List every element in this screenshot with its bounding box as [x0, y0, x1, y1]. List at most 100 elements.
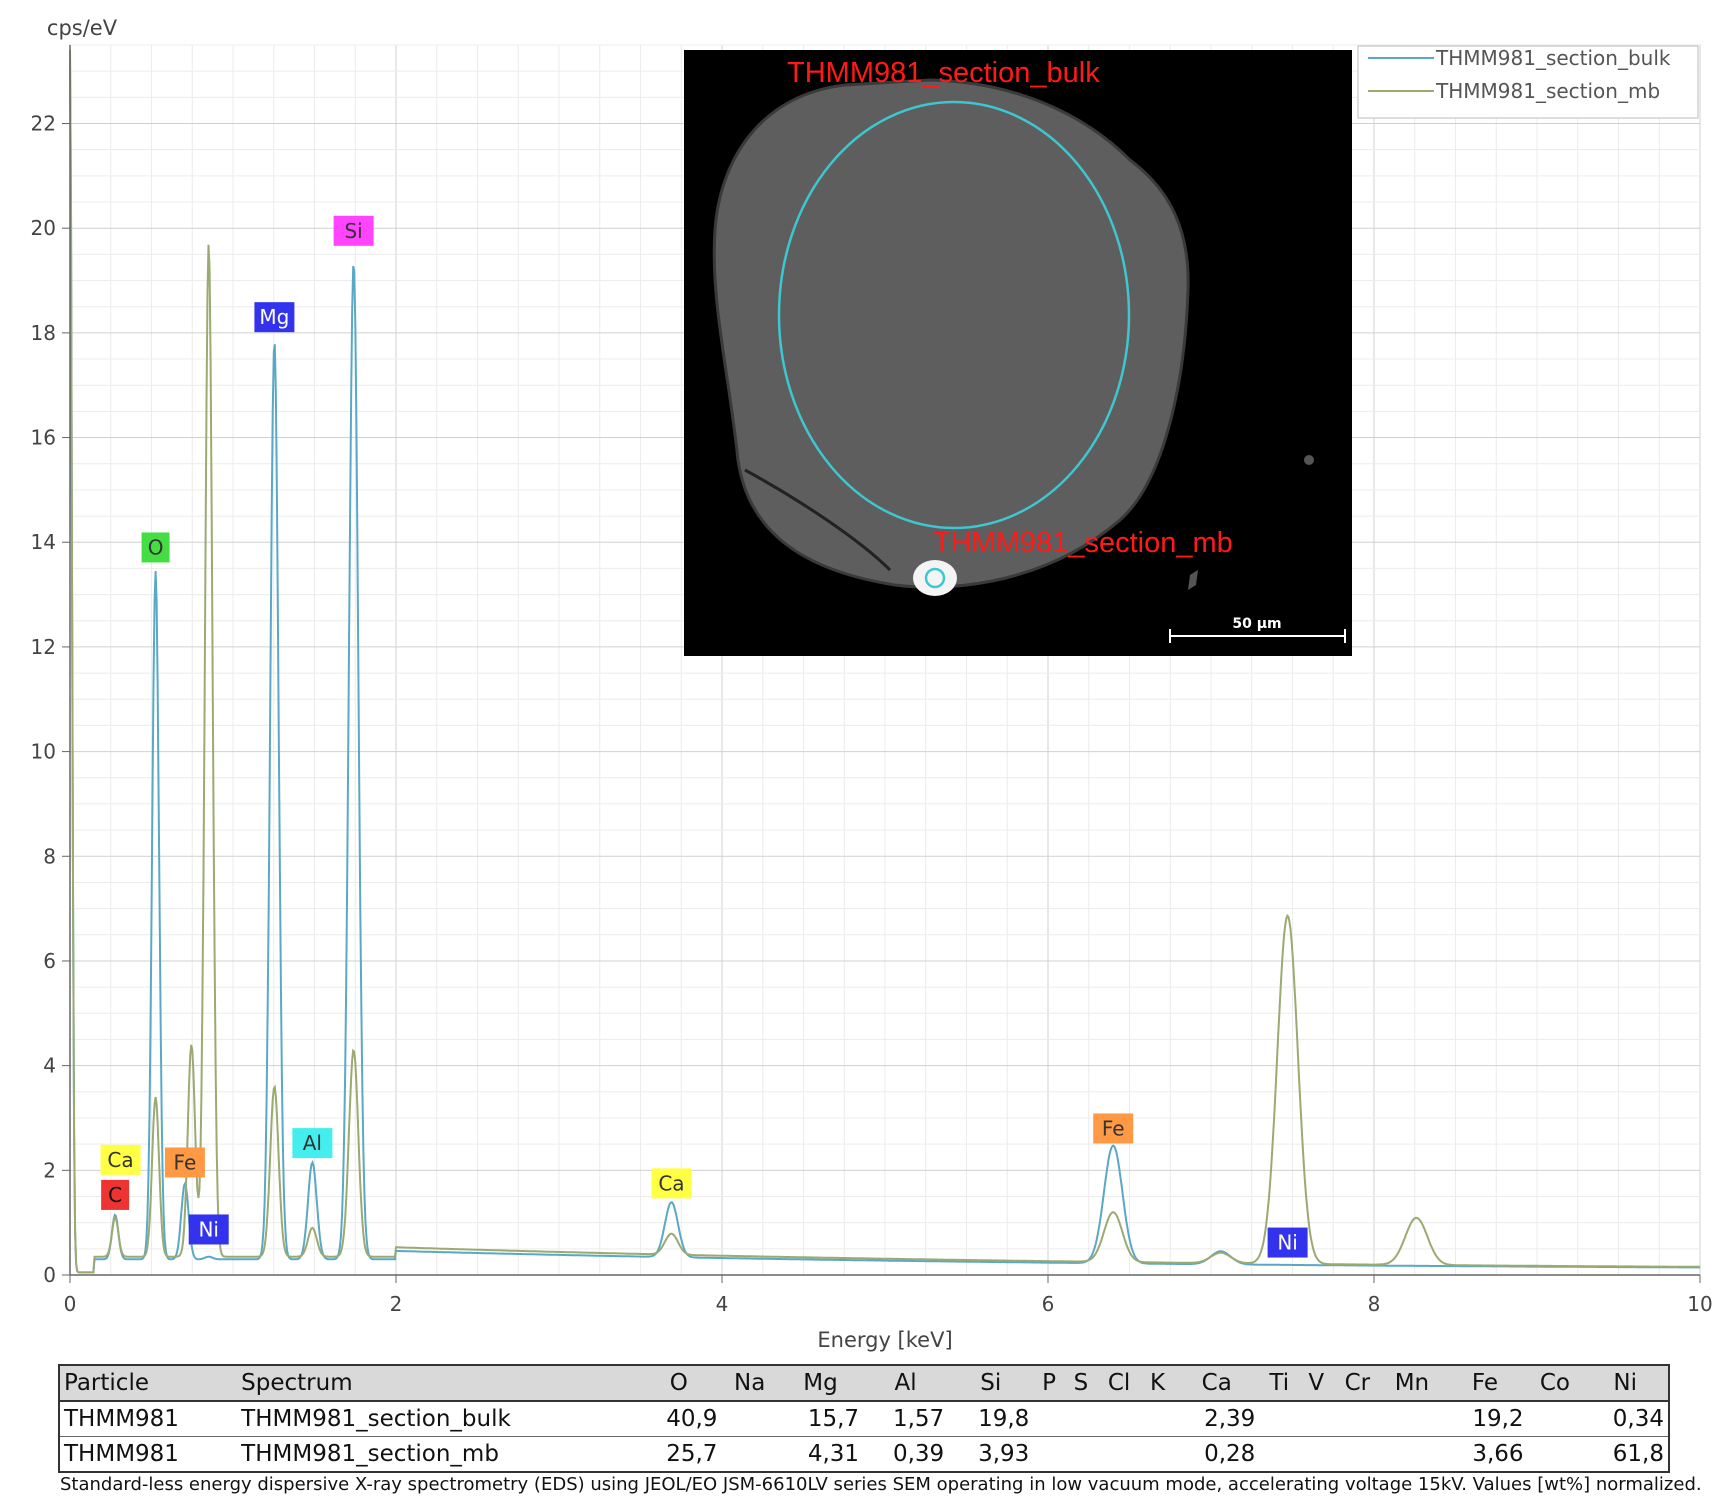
element-label: Fe — [174, 1150, 197, 1174]
table-row: THMM981 THMM981_section_bulk 40,9 15,7 1,57 1… — [59, 1401, 1669, 1437]
table-cell — [1064, 1401, 1098, 1437]
x-axis-title: Energy [keV] — [817, 1328, 952, 1352]
element-label: Ca — [107, 1148, 133, 1172]
table-cell: THMM981_section_mb — [241, 1441, 499, 1467]
y-tick-label: 8 — [43, 844, 56, 868]
table-cell — [1381, 1401, 1443, 1437]
spectrum-plot: THMM981_section_bulk THMM981_section_mb 50… — [31, 16, 1713, 1352]
table-header-cell: Mg — [777, 1365, 864, 1402]
particle-shape — [712, 78, 1190, 589]
table-cell: THMM981 — [64, 1441, 179, 1467]
legend-label: THMM981_section_bulk — [1435, 46, 1671, 70]
table-cell — [1140, 1401, 1175, 1437]
quantification-table: Particle Spectrum O Na Mg Al Si P S Cl K Ca Ti V Cr Mn F… — [58, 1364, 1670, 1473]
element-label: Ni — [198, 1217, 219, 1241]
table-header-cell: Al — [863, 1365, 949, 1402]
table-cell — [721, 1437, 778, 1473]
y-axis-title: cps/eV — [47, 16, 118, 40]
table-cell: 1,57 — [863, 1401, 949, 1437]
table-cell — [1259, 1401, 1300, 1437]
legend: THMM981_section_bulk THMM981_section_mb — [1357, 45, 1699, 119]
table-cell — [1381, 1437, 1442, 1473]
element-label: Ni — [1277, 1231, 1298, 1255]
table-header-cell: S — [1064, 1365, 1098, 1402]
x-tick-label: 0 — [64, 1292, 77, 1316]
table-cell — [721, 1401, 778, 1437]
table-row: THMM981 THMM981_section_mb 25,7 4,31 0,39 3,9… — [59, 1437, 1669, 1473]
x-tick-label: 8 — [1368, 1292, 1381, 1316]
element-label: Al — [303, 1131, 322, 1155]
table-header-cell: Ca — [1174, 1365, 1260, 1402]
element-label: C — [108, 1183, 122, 1207]
table-header-cell: Particle — [59, 1365, 238, 1402]
table-cell: 4,31 — [807, 1441, 860, 1467]
table-cell — [1097, 1437, 1141, 1473]
element-label: Ca — [658, 1171, 684, 1195]
table-cell: 15,7 — [777, 1401, 864, 1437]
table-cell — [1141, 1437, 1174, 1473]
y-tick-label: 2 — [43, 1158, 56, 1182]
table-cell: 61,8 — [1612, 1441, 1664, 1467]
table-cell — [1299, 1401, 1334, 1437]
table-cell — [1033, 1401, 1065, 1437]
scale-bar-label: 50 µm — [1232, 616, 1281, 632]
table-header-cell: P — [1033, 1365, 1065, 1402]
inset-label-mb: THMM981_section_mb — [933, 527, 1233, 559]
table-cell: 2,39 — [1174, 1401, 1260, 1437]
table-cell — [1333, 1437, 1381, 1473]
debris-dot — [1304, 455, 1314, 465]
element-label: Si — [344, 219, 362, 243]
eds-spectrum-chart: THMM981_section_bulk THMM981_section_mb 50… — [0, 0, 1714, 1360]
table-header-cell: Ni — [1582, 1365, 1669, 1402]
table-header-cell: V — [1299, 1365, 1334, 1402]
table-cell — [1097, 1401, 1141, 1437]
table-cell — [1259, 1437, 1299, 1473]
table-header-cell: Cl — [1097, 1365, 1141, 1402]
table-header-cell: Fe — [1442, 1365, 1528, 1402]
y-tick-label: 4 — [43, 1054, 56, 1078]
element-label: Mg — [259, 305, 289, 329]
table-cell: 0,34 — [1582, 1401, 1669, 1437]
quantification-table-wrap: Particle Spectrum O Na Mg Al Si P S Cl K Ca Ti V Cr Mn F… — [58, 1364, 1670, 1473]
table-body: THMM981 THMM981_section_bulk 40,9 15,7 1,57 1… — [59, 1401, 1669, 1472]
x-tick-label: 6 — [1042, 1292, 1055, 1316]
table-header-cell: Si — [948, 1365, 1034, 1402]
table-cell: 0,28 — [1204, 1441, 1256, 1467]
table-cell: THMM981 — [59, 1401, 238, 1437]
table-header-cell: K — [1140, 1365, 1175, 1402]
table-cell: 19,8 — [948, 1401, 1034, 1437]
y-tick-label: 20 — [31, 216, 56, 240]
table-cell: 0,39 — [892, 1441, 945, 1467]
table-cell — [1333, 1401, 1382, 1437]
table-cell: 3,93 — [978, 1441, 1030, 1467]
x-tick-label: 2 — [390, 1292, 403, 1316]
table-header-cell: Na — [721, 1365, 778, 1402]
x-tick-label: 4 — [716, 1292, 729, 1316]
table-header-cell: O — [636, 1365, 722, 1402]
y-tick-label: 14 — [31, 530, 56, 554]
table-cell — [1528, 1437, 1583, 1473]
y-tick-label: 10 — [31, 740, 56, 764]
element-label: Fe — [1102, 1116, 1125, 1140]
x-tick-label: 10 — [1687, 1292, 1712, 1316]
table-cell: 25,7 — [666, 1441, 718, 1467]
table-cell: 19,2 — [1442, 1401, 1528, 1437]
table-cell: 40,9 — [636, 1401, 722, 1437]
table-cell: 3,66 — [1472, 1441, 1524, 1467]
table-cell — [1033, 1437, 1064, 1473]
y-tick-label: 18 — [31, 321, 56, 345]
table-cell — [1299, 1437, 1333, 1473]
mb-bright-spot — [913, 560, 957, 596]
table-header-cell: Mn — [1381, 1365, 1443, 1402]
table-cell: THMM981_section_bulk — [237, 1401, 637, 1437]
table-header-cell: Ti — [1259, 1365, 1300, 1402]
table-cell — [1065, 1437, 1098, 1473]
figure-caption: Standard-less energy dispersive X-ray sp… — [60, 1474, 1702, 1495]
y-tick-label: 16 — [31, 426, 56, 450]
table-header-cell: Spectrum — [237, 1365, 637, 1402]
y-tick-label: 6 — [43, 949, 56, 973]
element-label: O — [148, 535, 164, 559]
y-tick-label: 0 — [43, 1263, 56, 1287]
inset-label-bulk: THMM981_section_bulk — [787, 57, 1100, 89]
sem-inset-image: THMM981_section_bulk THMM981_section_mb 50… — [684, 50, 1352, 656]
